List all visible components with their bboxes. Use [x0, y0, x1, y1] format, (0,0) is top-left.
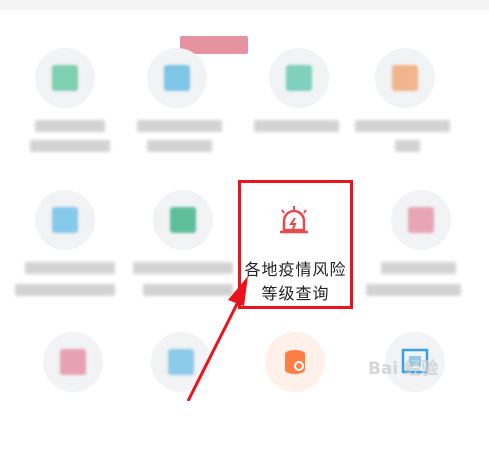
- service-icon: [35, 190, 95, 250]
- service-tile[interactable]: [126, 332, 236, 462]
- service-icon: [35, 48, 95, 108]
- label-line-1: 各地疫情风险: [244, 260, 347, 279]
- service-tile[interactable]: [18, 332, 128, 462]
- service-icon: [269, 48, 329, 108]
- service-tile[interactable]: [360, 332, 470, 462]
- service-icon: [375, 48, 435, 108]
- database-icon: [265, 332, 325, 392]
- label-line-2: 等级查询: [261, 284, 330, 303]
- service-icon: [147, 48, 207, 108]
- service-tile[interactable]: [10, 190, 120, 320]
- service-tile[interactable]: [10, 48, 120, 178]
- service-tile[interactable]: [128, 190, 238, 320]
- service-tile[interactable]: [366, 190, 476, 320]
- service-tile[interactable]: [122, 48, 232, 178]
- top-bar: [0, 0, 489, 10]
- service-tile[interactable]: [240, 332, 350, 462]
- alarm-siren-icon: [280, 206, 308, 234]
- service-tile[interactable]: [350, 48, 460, 178]
- watermark: Bai 经验: [368, 359, 439, 379]
- service-tile[interactable]: [244, 48, 354, 178]
- service-icon: [151, 332, 211, 392]
- service-icon: [153, 190, 213, 250]
- service-icon: [391, 190, 451, 250]
- service-icon: [43, 332, 103, 392]
- highlighted-service-label: 各地疫情风险 等级查询: [238, 258, 353, 306]
